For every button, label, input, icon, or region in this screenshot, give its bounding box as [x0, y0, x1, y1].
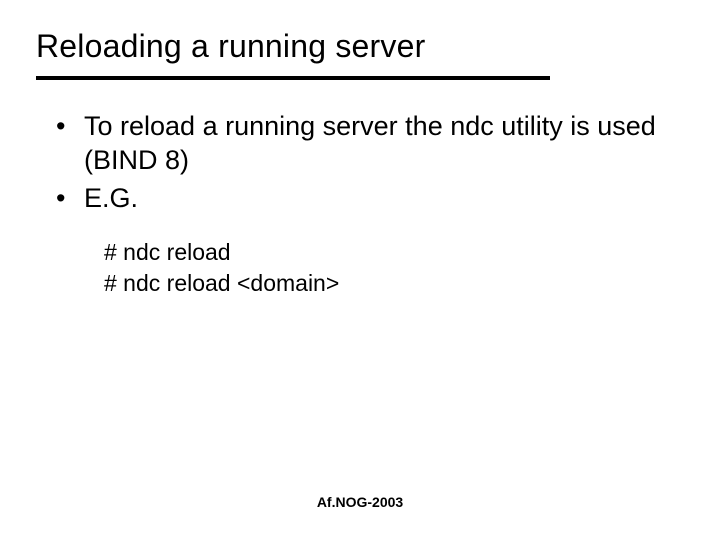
title-underline [36, 76, 550, 80]
slide-footer: Af.NOG-2003 [0, 494, 720, 510]
slide: Reloading a running server To reload a r… [0, 0, 720, 540]
slide-body: To reload a running server the ndc utili… [50, 110, 660, 299]
code-example: # ndc reload # ndc reload <domain> [104, 237, 660, 299]
bullet-list: To reload a running server the ndc utili… [50, 110, 660, 215]
bullet-item: To reload a running server the ndc utili… [50, 110, 660, 178]
code-line: # ndc reload <domain> [104, 268, 660, 299]
bullet-item: E.G. [50, 182, 660, 216]
slide-title: Reloading a running server [36, 28, 425, 65]
code-line: # ndc reload [104, 237, 660, 268]
